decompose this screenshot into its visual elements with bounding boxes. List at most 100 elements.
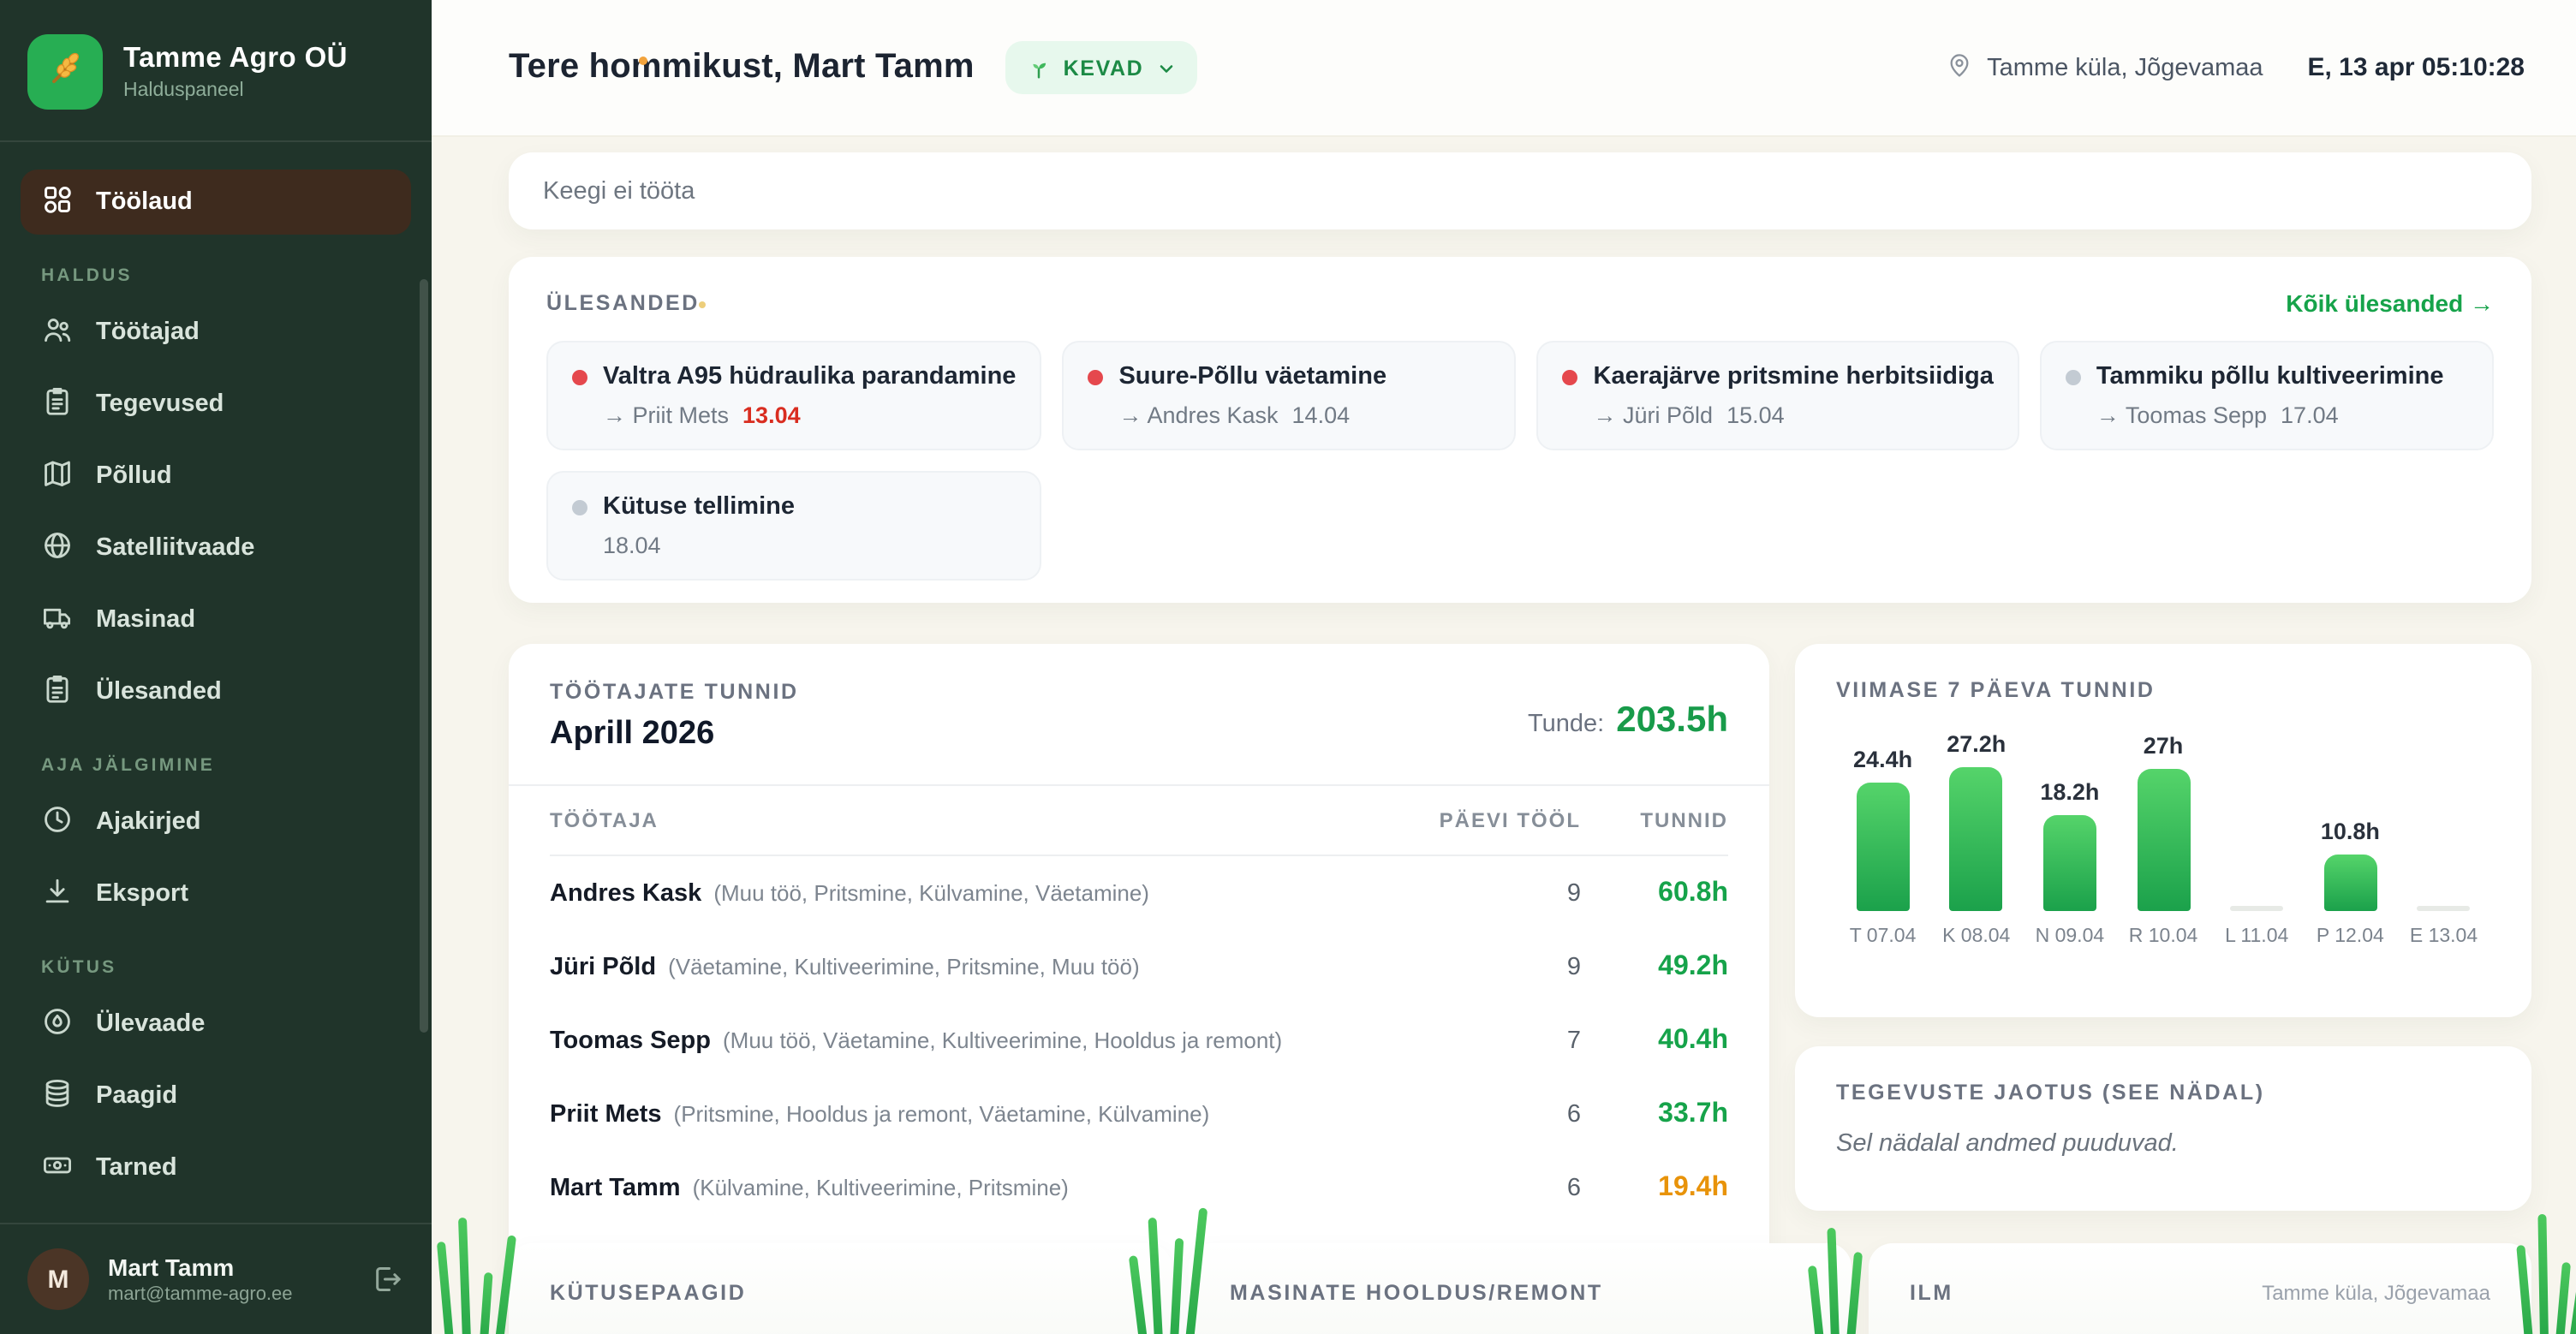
worker-hours-title-block: TÖÖTAJATE TUNNID Aprill 2026 <box>550 680 799 753</box>
brand-text: Tamme Agro OÜ Halduspaneel <box>123 43 348 101</box>
worker-hours: 60.8h <box>1581 878 1728 908</box>
task-title-row: Valtra A95 hüdraulika parandamine <box>572 363 1016 390</box>
sidebar-item-ulesanded[interactable]: Ülesanded <box>21 659 411 724</box>
weather-location: Tamme küla, Jõgevamaa <box>2262 1281 2490 1305</box>
sidebar-item-eksport[interactable]: Eksport <box>21 861 411 926</box>
clock-icon <box>41 802 74 842</box>
fuel-gauge-icon <box>41 1004 74 1044</box>
chart-bar <box>2323 855 2376 911</box>
sidebar-item-label: Tarned <box>96 1154 177 1182</box>
chart-column: 18.2h N 09.04 <box>2023 723 2116 947</box>
chart-bar <box>2137 769 2190 911</box>
task-card[interactable]: Valtra A95 hüdraulika parandamine → Prii… <box>546 341 1041 450</box>
logout-button[interactable] <box>370 1262 404 1296</box>
seven-day-hours-card: VIIMASE 7 PÄEVA TUNNID 24.4h T 07.04 27.… <box>1795 644 2531 1017</box>
table-row[interactable]: Jüri Põld(Väetamine, Kultiveerimine, Pri… <box>550 930 1728 1003</box>
task-date: 15.04 <box>1726 402 1785 428</box>
users-icon <box>41 313 74 352</box>
task-card[interactable]: Kütuse tellimine 18.04 <box>546 471 1041 581</box>
hours-total-label: Tunde: <box>1528 711 1604 738</box>
task-meta: → Andres Kask 14.04 <box>1088 402 1490 428</box>
worker-days: 6 <box>1434 1100 1581 1128</box>
worker-hours-title: TÖÖTAJATE TUNNID <box>550 680 799 704</box>
task-title: Tammiku põllu kultiveerimine <box>2096 363 2444 390</box>
worker-hours-month: Aprill 2026 <box>550 716 799 753</box>
worker-days: 9 <box>1434 879 1581 907</box>
bar-value-label: 24.4h <box>1853 747 1912 774</box>
task-title-row: Suure-Põllu väetamine <box>1088 363 1490 390</box>
clipboard-list-icon <box>41 384 74 424</box>
sidebar-item-label: Ajakirjed <box>96 808 201 836</box>
database-icon <box>41 1076 74 1116</box>
worker-hours: 49.2h <box>1581 951 1728 982</box>
table-row[interactable]: Toomas Sepp (Muu töö, Väetamine, Kultivee… <box>550 1003 1728 1077</box>
task-card[interactable]: Suure-Põllu väetamine → Andres Kask 14.0… <box>1062 341 1516 450</box>
chart-bar <box>2230 906 2283 911</box>
table-row[interactable]: Priit Mets(Pritsmine, Hooldus ja remont,… <box>550 1077 1728 1151</box>
sidebar-item-tarned[interactable]: Tarned <box>21 1135 411 1200</box>
sidebar-item-ajakirjed[interactable]: Ajakirjed <box>21 789 411 855</box>
chart-column: L 11.04 <box>2210 723 2304 947</box>
task-title: Valtra A95 hüdraulika parandamine <box>603 363 1016 390</box>
bar-value-label: 10.8h <box>2321 819 2380 846</box>
user-info: Mart Tamm mart@tamme-agro.ee <box>108 1254 351 1305</box>
sidebar-item-label: Ülesanded <box>96 678 222 706</box>
sidebar-item-pollud[interactable]: Põllud <box>21 444 411 509</box>
sidebar-section-haldus: HALDUS <box>21 265 411 286</box>
sidebar-item-tegevused[interactable]: Tegevused <box>21 372 411 437</box>
col-worker: TÖÖTAJA <box>550 808 1434 832</box>
worker-activities: (Väetamine, Kultiveerimine, Pritsmine, M… <box>668 953 1140 979</box>
all-tasks-link[interactable]: Kõik ülesanded → <box>2286 289 2494 317</box>
tasks-title: ÜLESANDED <box>546 291 700 315</box>
worker-days: 7 <box>1434 1027 1581 1054</box>
worker-activities: (Muu töö, Väetamine, Kultiveerimine, Hoo… <box>723 1027 1282 1052</box>
task-meta: 18.04 <box>572 533 1016 558</box>
worker-hours-header: TÖÖTAJATE TUNNID Aprill 2026 Tunde: 203.… <box>550 680 1728 753</box>
fuel-tanks-card: KÜTUSEPAAGID <box>509 1243 1172 1334</box>
task-status-dot <box>1563 369 1578 384</box>
season-label: KEVAD <box>1064 56 1144 80</box>
sidebar-item-ulevaade[interactable]: Ülevaade <box>21 992 411 1057</box>
task-title-row: Kütuse tellimine <box>572 493 1016 521</box>
company-logo <box>27 34 103 110</box>
task-title-row: Tammiku põllu kultiveerimine <box>2066 363 2468 390</box>
bar-value-label: 27.2h <box>1947 731 2006 759</box>
map-pin-icon <box>1946 51 1973 85</box>
worker-name: Priit Mets <box>550 1100 662 1128</box>
table-row[interactable]: Mart Tamm(Külvamine, Kultiveerimine, Pri… <box>550 1151 1728 1224</box>
worker-name: Mart Tamm <box>550 1174 681 1201</box>
sidebar-nav: Töölaud HALDUS Töötajad <box>0 142 432 1223</box>
topbar: Tere hommikust, Mart Tamm KEVAD <box>432 0 2576 137</box>
map-icon <box>41 456 74 496</box>
chart-column: E 13.04 <box>2397 723 2490 947</box>
task-card[interactable]: Tammiku põllu kultiveerimine → Toomas Se… <box>2040 341 2494 450</box>
worker-days: 9 <box>1434 953 1581 980</box>
task-card[interactable]: Kaerajärve pritsmine herbitsiidiga → Jür… <box>1537 341 2019 450</box>
sidebar-item-label: Töötajad <box>96 319 200 346</box>
table-row[interactable]: Andres Kask(Muu töö, Pritsmine, Külvamin… <box>550 856 1728 930</box>
sidebar: Tamme Agro OÜ Halduspaneel Töölaud HALDU… <box>0 0 432 1334</box>
chart-column: 27h R 10.04 <box>2116 723 2209 947</box>
sidebar-item-masinad[interactable]: Masinad <box>21 587 411 652</box>
location-display: Tamme küla, Jõgevamaa <box>1946 51 2263 85</box>
user-email: mart@tamme-agro.ee <box>108 1284 351 1305</box>
sidebar-item-tootajad[interactable]: Töötajad <box>21 300 411 365</box>
machine-maintenance-title: MASINATE HOOLDUS/REMONT <box>1230 1281 1810 1305</box>
sidebar-user-footer: M Mart Tamm mart@tamme-agro.ee <box>0 1223 432 1334</box>
sidebar-item-paagid[interactable]: Paagid <box>21 1063 411 1129</box>
page-greeting: Tere hommikust, Mart Tamm <box>509 48 975 87</box>
task-status-dot <box>572 499 587 515</box>
banknote-icon <box>41 1148 74 1188</box>
bar-category-label: P 12.04 <box>2317 926 2384 947</box>
season-selector[interactable]: KEVAD <box>1005 41 1197 94</box>
sidebar-item-label: Tegevused <box>96 390 224 418</box>
sidebar-scrollbar[interactable] <box>420 279 428 1033</box>
truck-icon <box>41 600 74 640</box>
sidebar-item-satelliitvaade[interactable]: Satelliitvaade <box>21 515 411 581</box>
worker-name: Toomas Sepp <box>550 1027 711 1054</box>
bar-category-label: R 10.04 <box>2129 926 2198 947</box>
chart-title: VIIMASE 7 PÄEVA TUNNID <box>1836 678 2490 702</box>
sidebar-item-toolaud[interactable]: Töölaud <box>21 170 411 235</box>
worker-hours: 40.4h <box>1581 1025 1728 1056</box>
bar-category-label: N 09.04 <box>2036 926 2105 947</box>
